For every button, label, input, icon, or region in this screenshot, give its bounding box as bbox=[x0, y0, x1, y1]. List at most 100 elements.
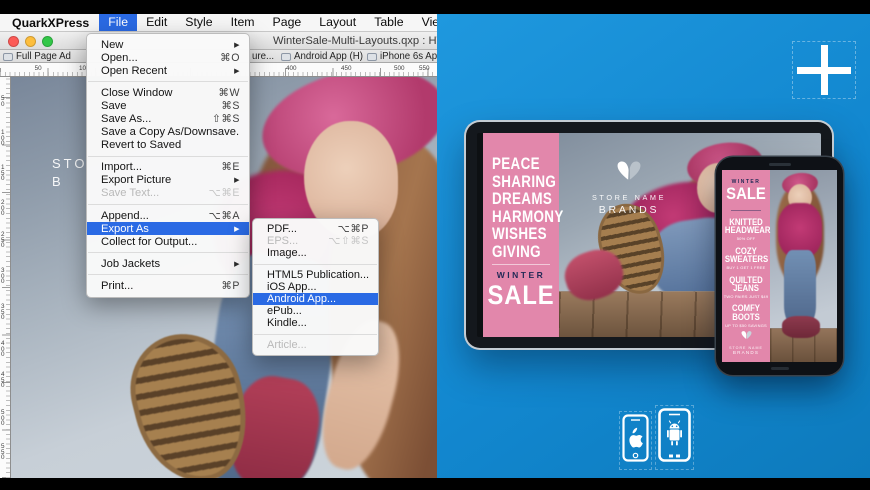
menu-shortcut: ⌘P bbox=[221, 279, 240, 292]
sale-label: SALE bbox=[726, 185, 766, 203]
submenu-arrow-icon: ▶ bbox=[234, 225, 240, 233]
window-title-text: WinterSale-Multi-Layouts.qxp : HTM bbox=[273, 34, 437, 47]
menu-bar-items: FileEditStyleItemPageLayoutTableViewUtil… bbox=[99, 14, 437, 31]
tablet-headline-line: HARMONY bbox=[492, 206, 564, 226]
tab-iphone-6s-ap[interactable]: iPhone 6s Ap bbox=[367, 50, 437, 63]
file-menu-dropdown: New ▶ Open... ⌘O Open Recent ▶ Close Window ⌘W S… bbox=[86, 33, 250, 298]
submenu-item-image[interactable]: Image... bbox=[253, 247, 378, 259]
submenu-item-pdf[interactable]: PDF... ⌥⌘P bbox=[253, 223, 378, 235]
menu-separator bbox=[88, 81, 248, 83]
export-as-submenu: PDF... ⌥⌘P EPS... ⌥⇧⌘S Image... HTML5 Publica… bbox=[252, 218, 379, 356]
ruler-number: 150 bbox=[1, 164, 5, 183]
layout-page-icon bbox=[3, 52, 13, 61]
ruler-number: 400 bbox=[285, 64, 297, 72]
submenu-arrow-icon: ▶ bbox=[234, 67, 240, 75]
menu-item-collect-for-output[interactable]: Collect for Output... bbox=[87, 235, 249, 248]
ruler-number: 500 bbox=[1, 409, 5, 428]
menu-shortcut: ⌘O bbox=[220, 51, 240, 64]
menu-shortcut: ⇧⌘S bbox=[211, 113, 240, 126]
menubar-item-file[interactable]: File bbox=[99, 14, 138, 31]
close-window-icon[interactable] bbox=[8, 35, 19, 47]
phone-home-slot bbox=[770, 367, 789, 370]
menubar-item-item[interactable]: Item bbox=[222, 14, 264, 31]
submenu-item-epub[interactable]: ePub... bbox=[253, 305, 378, 317]
menu-shortcut: ⌥⌘A bbox=[208, 209, 240, 222]
store-brands-text: BRANDS bbox=[732, 350, 760, 355]
menu-shortcut: ⌥⌘E bbox=[208, 187, 240, 200]
ruler-number: 550 bbox=[418, 64, 430, 72]
zoom-window-icon[interactable] bbox=[42, 35, 53, 47]
phone-offer-boots: COMFY BOOTS UP TO $50 SAVINGS bbox=[725, 303, 767, 328]
submenu-arrow-icon: ▶ bbox=[234, 41, 240, 49]
menu-separator bbox=[254, 263, 377, 265]
phone-photo-area bbox=[770, 170, 837, 362]
ruler-number: 400 bbox=[1, 340, 5, 359]
phone-offer-headwear: KNITTED HEADWEAR 50% OFF bbox=[724, 217, 771, 242]
submenu-item-kindle[interactable]: Kindle... bbox=[253, 317, 378, 329]
ios-device-icon[interactable] bbox=[619, 411, 652, 470]
plus-icon[interactable] bbox=[792, 41, 856, 99]
app-name[interactable]: QuarkXPress bbox=[0, 16, 99, 30]
menu-item-print[interactable]: Print... ⌘P bbox=[87, 279, 249, 292]
menu-item-open-recent[interactable]: Open Recent ▶ bbox=[87, 64, 249, 77]
tablet-headline-line: DREAMS bbox=[492, 189, 553, 209]
tab-full-page-ad[interactable]: Full Page Ad bbox=[3, 50, 95, 63]
menubar-item-edit[interactable]: Edit bbox=[137, 14, 176, 31]
tablet-winter-sale-block: WINTER SALE bbox=[483, 264, 559, 311]
menu-item-new[interactable]: New ▶ bbox=[87, 38, 249, 51]
menu-item-import[interactable]: Import... ⌘E bbox=[87, 161, 249, 174]
tab-android-app-h[interactable]: Android App (H) bbox=[281, 50, 363, 63]
menu-item-save-text[interactable]: Save Text... ⌥⌘E bbox=[87, 187, 249, 200]
minimize-window-icon[interactable] bbox=[25, 35, 36, 47]
menu-item-revert-to-saved[interactable]: Revert to Saved bbox=[87, 139, 249, 152]
menubar-item-layout[interactable]: Layout bbox=[310, 14, 365, 31]
ruler-number: 50 bbox=[34, 64, 42, 72]
screenshot-root: QuarkXPress File Edit Style Item Page Layout T… bbox=[0, 0, 870, 490]
submenu-item-android-app[interactable]: Android App... bbox=[253, 292, 378, 306]
divider bbox=[731, 210, 761, 211]
menu-item-job-jackets[interactable]: Job Jackets ▶ bbox=[87, 257, 249, 270]
ruler-number: 550 bbox=[1, 443, 5, 462]
girl-jeans-shape bbox=[784, 250, 816, 324]
submenu-item-ios-app[interactable]: iOS App... bbox=[253, 281, 378, 293]
menu-bar: QuarkXPress File Edit Style Item Page Layout T… bbox=[0, 14, 437, 32]
submenu-item-article[interactable]: Article... bbox=[253, 339, 378, 351]
menu-item-save-as[interactable]: Save As... ⇧⌘S bbox=[87, 112, 249, 125]
android-device-icon[interactable] bbox=[655, 405, 694, 470]
promo-panel: STORE NAME BRANDS PEACE SHARING DREAMS HARM… bbox=[437, 14, 870, 478]
store-heart-logo-icon bbox=[617, 161, 641, 180]
menu-separator bbox=[88, 274, 248, 276]
menu-item-export-as[interactable]: Export As ▶ bbox=[87, 222, 249, 236]
phone-offer-sweaters: COZY SWEATERS BUY 1 GET 1 FREE bbox=[724, 245, 769, 271]
phone-screen: WINTER SALE KNITTED HEADWEAR 50% OFF COZY SW… bbox=[722, 170, 837, 362]
menu-item-open[interactable]: Open... ⌘O bbox=[87, 51, 249, 64]
submenu-item-eps[interactable]: EPS... ⌥⇧⌘S bbox=[253, 235, 378, 247]
tablet-headline-line: GIVING bbox=[492, 241, 541, 261]
menu-item-export-picture[interactable]: Export Picture ▶ bbox=[87, 174, 249, 187]
menubar-item-view[interactable]: View bbox=[413, 14, 437, 31]
ruler-number: 250 bbox=[1, 231, 5, 250]
menubar-item-style[interactable]: Style bbox=[176, 14, 221, 31]
tablet-pink-column: PEACE SHARING DREAMS HARMONY WISHES GIVING WI… bbox=[483, 133, 564, 337]
menubar-item-page[interactable]: Page bbox=[264, 14, 311, 31]
layout-page-icon bbox=[281, 52, 291, 61]
submenu-item-html5-publication[interactable]: HTML5 Publication... bbox=[253, 269, 378, 281]
menubar-item-table[interactable]: Table bbox=[365, 14, 412, 31]
menu-separator bbox=[254, 333, 377, 335]
phone-speaker bbox=[768, 163, 791, 166]
menu-item-close-window[interactable]: Close Window ⌘W bbox=[87, 86, 249, 99]
menu-separator bbox=[88, 252, 248, 254]
tab-ure[interactable]: ure... bbox=[252, 50, 278, 63]
menu-item-save[interactable]: Save ⌘S bbox=[87, 99, 249, 112]
layout-page-icon bbox=[367, 52, 377, 61]
menu-item-save-a-copy-as-downsave[interactable]: Save a Copy As/Downsave... bbox=[87, 126, 249, 139]
menu-shortcut: ⌘S bbox=[221, 99, 240, 112]
phone-offers-list: KNITTED HEADWEAR 50% OFF COZY SWEATERS BUY 1 … bbox=[722, 217, 771, 328]
ruler-number: 50 bbox=[1, 95, 5, 108]
menu-item-append[interactable]: Append... ⌥⌘A bbox=[87, 209, 249, 222]
platform-icons bbox=[619, 405, 694, 470]
ruler-number: 450 bbox=[1, 371, 5, 390]
window-title: WinterSale-Multi-Layouts.qxp : HTM bbox=[268, 35, 437, 47]
ruler-number: 100 bbox=[1, 129, 5, 148]
menu-separator bbox=[88, 155, 248, 157]
